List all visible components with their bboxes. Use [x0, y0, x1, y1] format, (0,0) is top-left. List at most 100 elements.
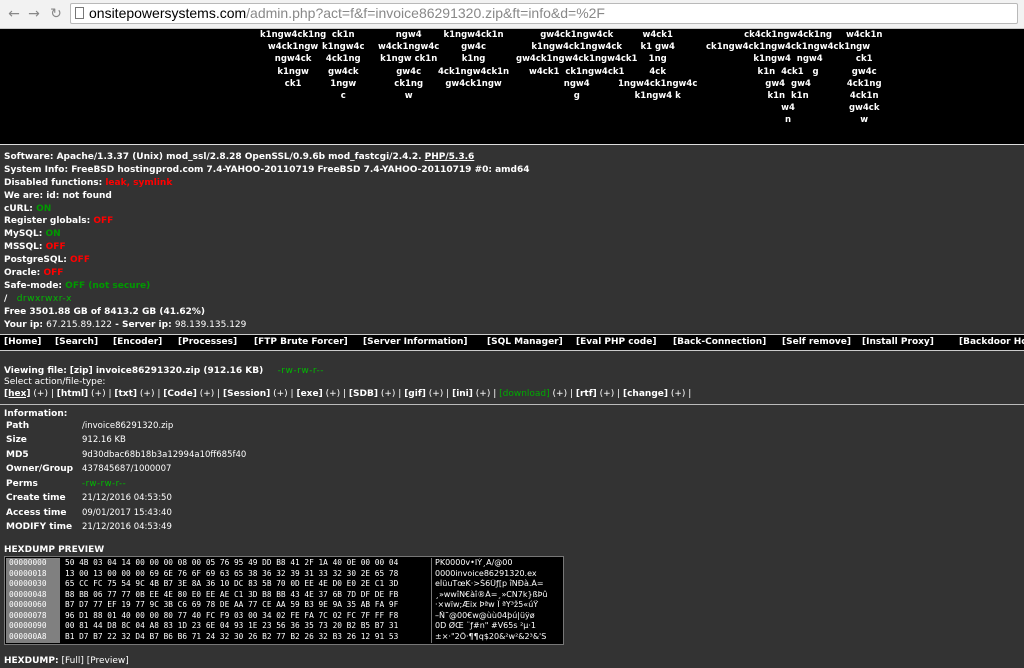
action-exe[interactable]: [exe] [296, 389, 322, 399]
url-text: onsitepowersystems.com/admin.php?act=f&f… [89, 5, 605, 21]
hex-offset: 00000078 [9, 610, 47, 620]
file-information: Information: Path/invoice86291320.zip Si… [4, 408, 404, 532]
we-are-line: We are: id: not found [4, 190, 112, 201]
hex-offset: 00000060 [9, 600, 47, 609]
menu-self-remove[interactable]: [Self remove] [782, 337, 851, 347]
hex-ascii-row: PK0000v•IÝ¸A/@00 [435, 558, 513, 567]
menu-install-proxy[interactable]: [Install Proxy] [862, 337, 934, 347]
action-exe-plus[interactable]: (+) [326, 389, 341, 399]
hex-bytes-row: B8 BB 06 77 77 0B EE 4E 80 E0 EE AE C1 3… [65, 589, 399, 599]
address-bar[interactable]: onsitepowersystems.com/admin.php?act=f&f… [70, 3, 1018, 24]
software-line: Software: Apache/1.3.37 (Unix) mod_ssl/2… [4, 152, 475, 162]
hex-offset: 000000A8 [9, 631, 47, 641]
action-rtf[interactable]: [rtf] [576, 389, 597, 399]
hexdump-full-link[interactable]: [Full] [61, 656, 83, 666]
action-txt-plus[interactable]: (+) [140, 389, 155, 399]
hex-bytes-row: 96 D1 88 01 40 00 00 80 77 40 FC F9 03 0… [65, 610, 399, 620]
postgresql-line: PostgreSQL: OFF [4, 255, 90, 266]
hex-bytes-row: 00 81 44 D8 8C 04 A8 83 1D 23 6E 04 93 1… [65, 621, 399, 630]
logo-column: w4ck1n ck1 gw4c 4ck1ng 4ck1n gw4ck w [846, 30, 883, 126]
action-ini-plus[interactable]: (+) [476, 389, 491, 399]
menu-encoder[interactable]: [Encoder] [113, 337, 162, 347]
system-info-line: System Info: FreeBSD hostingprod.com 7.4… [4, 164, 530, 175]
hexdump-footer: HEXDUMP: [Full] [Preview] [4, 656, 129, 666]
system-info: Software: Apache/1.3.37 (Unix) mod_ssl/2… [4, 151, 1019, 331]
hexdump-preview: 00000000 00000018 00000030 00000048 0000… [4, 556, 564, 645]
hex-offset: 00000000 [9, 558, 47, 567]
php-link[interactable]: PHP/5.3.6 [425, 152, 475, 162]
action-sdb-plus[interactable]: (+) [381, 389, 396, 399]
action-code-plus[interactable]: (+) [200, 389, 215, 399]
hexdump-preview-link[interactable]: [Preview] [87, 656, 129, 666]
hex-ascii-row: 0000invoice86291320.ex [435, 568, 537, 578]
mysql-line: MySQL: ON [4, 229, 61, 240]
action-rtf-plus[interactable]: (+) [600, 389, 615, 399]
menu-home[interactable]: [Home] [4, 337, 41, 347]
hex-ascii-row: eÌüuTœK·>Š6Üƒ[p îNÐà.Á= [435, 579, 544, 588]
action-session[interactable]: [Session] [223, 389, 270, 399]
hex-ascii-row: –Ñ˜@00€w@ùù04þú|üÿø [435, 610, 535, 620]
root-dir-line: / drwxrwxr-x [4, 293, 72, 304]
action-change-plus[interactable]: (+) [671, 389, 686, 399]
ascii-logo: k1ngw4ck1ng w4ck1ngw ngw4ck k1ngw ck1 ck… [0, 29, 1024, 145]
information-title: Information: [4, 409, 68, 419]
hex-offset: 00000048 [9, 589, 47, 599]
action-list: [hex] (+) | [html] (+) | [txt] (+) | [Co… [4, 388, 692, 399]
action-gif-plus[interactable]: (+) [429, 389, 444, 399]
free-space-line: Free 3501.88 GB of 8413.2 GB (41.62%) [4, 306, 206, 317]
hex-offsets: 00000000 00000018 00000030 00000048 0000… [6, 558, 60, 643]
menu-backdoor-host[interactable]: [Backdoor Host] [959, 337, 1024, 347]
reload-icon[interactable]: ↻ [48, 6, 64, 22]
menu-back-connection[interactable]: [Back-Connection] [673, 337, 766, 347]
section-divider [0, 404, 1024, 405]
hex-bytes-row: 65 CC FC 75 54 9C 4B B7 3E 8A 36 10 DC 8… [65, 579, 399, 588]
hex-ascii-row: ¸»wwîN€àî®Á=¸»CN7k}ßÞû [435, 589, 548, 599]
action-download-plus[interactable]: (+) [553, 389, 568, 399]
action-download[interactable]: [download] [499, 389, 550, 399]
hex-bytes-row: B1 D7 B7 22 32 D4 B7 B6 B6 71 24 32 30 2… [65, 631, 399, 641]
action-txt[interactable]: [txt] [114, 389, 137, 399]
hex-offset: 00000030 [9, 579, 47, 588]
logo-column: ck1n k1ngw4c 4ck1ng gw4ck 1ngw c [322, 30, 365, 102]
hexdump-footer-label: HEXDUMP: [4, 656, 59, 666]
action-gif[interactable]: [gif] [404, 389, 426, 399]
menu-ftp-brute-forcer[interactable]: [FTP Brute Forcer] [254, 337, 348, 347]
hex-ascii-row: 0D ØŒ ¨ƒ#n" #V65s ²µ·1 [435, 621, 536, 630]
menu-processes[interactable]: [Processes] [178, 337, 237, 347]
hex-bytes: 50 4B 03 04 14 00 00 00 08 00 05 76 95 4… [62, 558, 428, 643]
forward-arrow-icon[interactable]: → [26, 6, 42, 22]
action-ini[interactable]: [ini] [452, 389, 473, 399]
back-arrow-icon[interactable]: ← [6, 6, 22, 22]
logo-column: k1ngw4ck1n gw4c k1ng 4ck1ngw4ck1n gw4ck1… [438, 30, 510, 89]
action-html-plus[interactable]: (+) [91, 389, 106, 399]
hex-bytes-row: 13 00 13 00 00 00 69 6E 76 6F 69 63 65 3… [65, 568, 399, 578]
hex-bytes-row: B7 D7 77 EF 19 77 9C 3B C6 69 78 DE AA 7… [65, 600, 399, 609]
viewing-file-line: Viewing file: [zip] invoice86291320.zip … [4, 366, 325, 376]
action-html[interactable]: [html] [57, 389, 88, 399]
menu-sql-manager[interactable]: [SQL Manager] [487, 337, 563, 347]
action-change[interactable]: [change] [623, 389, 668, 399]
menu-eval-php-code[interactable]: [Eval PHP code] [576, 337, 656, 347]
viewing-file-section: Viewing file: [zip] invoice86291320.zip … [4, 366, 1019, 400]
logo-column: w4ck1 k1 gw4 1ng 4ck 1ngw4ck1ngw4c k1ngw… [618, 30, 698, 102]
page-icon [75, 7, 84, 19]
root-dir-link[interactable]: / [4, 294, 7, 304]
action-code[interactable]: [Code] [163, 389, 197, 399]
safe-mode-line: Safe-mode: OFF (not secure) [4, 280, 151, 291]
hex-ascii-row: ·×wïw;Æix Þªw Î ªY³ž5«úŸ [435, 600, 539, 609]
hexdump-title: HEXDUMP PREVIEW [4, 545, 105, 555]
select-action-label: Select action/file-type: [4, 377, 106, 388]
menu-server-information[interactable]: [Server Information] [363, 337, 468, 347]
action-hex[interactable]: [hex] [4, 389, 31, 399]
main-menu: [Home] [Search] [Encoder] [Processes] [F… [0, 334, 1024, 351]
curl-line: cURL: ON [4, 203, 52, 214]
browser-toolbar: ← → ↻ onsitepowersystems.com/admin.php?a… [0, 0, 1024, 29]
hex-bytes-row: 50 4B 03 04 14 00 00 00 08 00 05 76 95 4… [65, 558, 399, 567]
mssql-line: MSSQL: OFF [4, 242, 66, 253]
action-sdb[interactable]: [SDB] [349, 389, 378, 399]
oracle-line: Oracle: OFF [4, 268, 64, 279]
logo-column: ngw4 w4ck1ngw4c k1ngw ck1n gw4c ck1ng w [378, 30, 440, 102]
action-hex-plus[interactable]: (+) [33, 389, 48, 399]
action-session-plus[interactable]: (+) [273, 389, 288, 399]
menu-search[interactable]: [Search] [55, 337, 98, 347]
